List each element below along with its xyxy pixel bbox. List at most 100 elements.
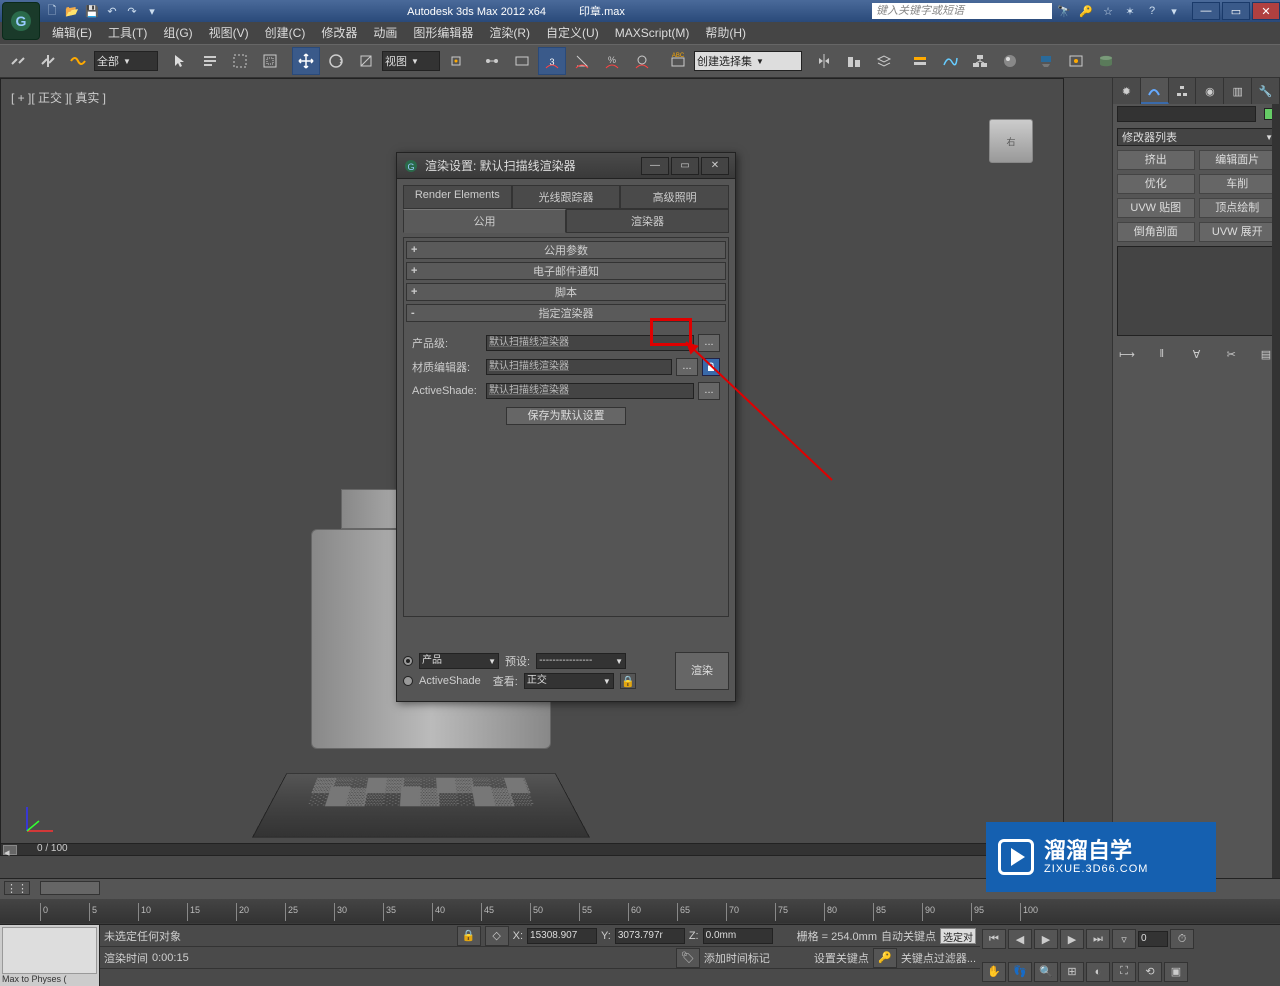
minimize-button[interactable]: —	[1192, 2, 1220, 20]
coord-z-field[interactable]: 0.0mm	[703, 928, 773, 944]
play-icon[interactable]: ▶	[1034, 929, 1058, 949]
exchange-icon[interactable]: ✶	[1122, 3, 1138, 19]
menu-create[interactable]: 创建(C)	[257, 22, 314, 44]
walk-icon[interactable]: 👣	[1008, 962, 1032, 982]
maximize-button[interactable]: ▭	[1222, 2, 1250, 20]
manipulate-icon[interactable]	[478, 47, 506, 75]
redo-icon[interactable]: ↷	[124, 3, 140, 19]
modifier-vertexpaint-button[interactable]: 顶点绘制	[1199, 198, 1277, 218]
modifier-uvwunwrap-button[interactable]: UVW 展开	[1199, 222, 1277, 242]
link-icon[interactable]	[4, 47, 32, 75]
modifier-extrude-button[interactable]: 挤出	[1117, 150, 1195, 170]
menu-animation[interactable]: 动画	[365, 22, 405, 44]
key-icon[interactable]: 🔑	[1078, 3, 1094, 19]
tab-raytracer[interactable]: 光线跟踪器	[512, 185, 621, 209]
show-end-result-icon[interactable]: ‖	[1152, 344, 1172, 364]
keyboard-shortcut-icon[interactable]	[508, 47, 536, 75]
zoom-all-icon[interactable]: ⊞	[1060, 962, 1084, 982]
rollout-email[interactable]: +电子邮件通知	[406, 262, 726, 280]
modifier-optimize-button[interactable]: 优化	[1117, 174, 1195, 194]
time-slider-handle[interactable]	[40, 881, 100, 895]
lock-view-icon[interactable]: 🔒	[620, 673, 636, 689]
modifier-stack[interactable]	[1117, 246, 1276, 336]
menu-edit[interactable]: 编辑(E)	[44, 22, 100, 44]
lock-material-renderer-icon[interactable]	[702, 358, 720, 376]
set-key-label[interactable]: 设置关键点	[814, 950, 869, 966]
dropdown-icon[interactable]: ▾	[1166, 3, 1182, 19]
save-icon[interactable]: 💾	[84, 3, 100, 19]
product-combo[interactable]: 产品▼	[419, 653, 499, 669]
prev-frame-icon[interactable]: ◀	[1008, 929, 1032, 949]
ref-coord-combo[interactable]: 视图▼	[382, 51, 440, 71]
help-icon[interactable]: ?	[1144, 3, 1160, 19]
key-mode-icon[interactable]: ▿	[1112, 929, 1136, 949]
rollout-script[interactable]: +脚本	[406, 283, 726, 301]
curve-editor-icon[interactable]	[936, 47, 964, 75]
goto-start-icon[interactable]: ⏮	[982, 929, 1006, 949]
select-by-name-icon[interactable]	[196, 47, 224, 75]
script-listener[interactable]: Max to Physes (	[0, 925, 100, 986]
choose-production-renderer-button[interactable]: ...	[698, 334, 720, 352]
render-frame-icon[interactable]	[1062, 47, 1090, 75]
choose-activeshade-renderer-button[interactable]: ...	[698, 382, 720, 400]
make-unique-icon[interactable]: ∀	[1187, 344, 1207, 364]
snap-3d-icon[interactable]: 3	[538, 47, 566, 75]
product-radio[interactable]	[403, 656, 413, 666]
zoom-extents-icon[interactable]: ⛶	[1112, 962, 1136, 982]
tab-renderer[interactable]: 渲染器	[566, 209, 729, 233]
bind-spacewarp-icon[interactable]	[64, 47, 92, 75]
dialog-minimize-button[interactable]: —	[641, 157, 669, 175]
object-name-input[interactable]	[1117, 106, 1256, 122]
pan-icon[interactable]: ✋	[982, 962, 1006, 982]
unlink-icon[interactable]	[34, 47, 62, 75]
remove-modifier-icon[interactable]: ✂	[1221, 344, 1241, 364]
edit-named-sel-icon[interactable]: ABC	[664, 47, 692, 75]
menu-modifiers[interactable]: 修改器	[313, 22, 365, 44]
schematic-view-icon[interactable]	[966, 47, 994, 75]
key-filters-button[interactable]: 关键点过滤器...	[901, 950, 976, 966]
menu-tools[interactable]: 工具(T)	[100, 22, 155, 44]
align-icon[interactable]	[840, 47, 868, 75]
qat-dropdown-icon[interactable]: ▾	[144, 3, 160, 19]
tab-common[interactable]: 公用	[403, 209, 566, 233]
pivot-center-icon[interactable]	[442, 47, 470, 75]
current-frame-field[interactable]: 0	[1138, 931, 1168, 947]
modifier-list-combo[interactable]: 修改器列表▼	[1117, 128, 1276, 146]
pin-stack-icon[interactable]: ⟼	[1117, 344, 1137, 364]
angle-snap-icon[interactable]	[568, 47, 596, 75]
mirror-icon[interactable]	[810, 47, 838, 75]
move-icon[interactable]	[292, 47, 320, 75]
tab-render-elements[interactable]: Render Elements	[403, 185, 512, 209]
undo-icon[interactable]: ↶	[104, 3, 120, 19]
scroll-left-button[interactable]: ◂	[3, 845, 17, 855]
new-icon[interactable]: 🗋	[44, 3, 60, 19]
hierarchy-tab-icon[interactable]	[1169, 78, 1197, 104]
create-tab-icon[interactable]: ✹	[1113, 78, 1141, 104]
dialog-close-button[interactable]: ✕	[701, 157, 729, 175]
coord-y-field[interactable]: 3073.797r	[615, 928, 685, 944]
select-region-icon[interactable]	[226, 47, 254, 75]
choose-material-renderer-button[interactable]: ...	[676, 358, 698, 376]
time-config-button[interactable]: ⏱	[1170, 929, 1194, 949]
display-tab-icon[interactable]: ▥	[1224, 78, 1252, 104]
autokey-button[interactable]: 选定对	[940, 928, 976, 944]
coord-x-field[interactable]: 15308.907	[527, 928, 597, 944]
viewcube[interactable]: 右	[989, 119, 1033, 163]
select-object-icon[interactable]	[166, 47, 194, 75]
layers-icon[interactable]	[870, 47, 898, 75]
scale-icon[interactable]	[352, 47, 380, 75]
time-tag-icon[interactable]: 🏷	[676, 948, 700, 968]
graphite-ribbon-icon[interactable]	[906, 47, 934, 75]
named-selection-combo[interactable]: 创建选择集▼	[694, 51, 802, 71]
menu-maxscript[interactable]: MAXScript(M)	[607, 22, 698, 44]
app-menu-icon[interactable]: G	[2, 2, 40, 40]
time-config-icon[interactable]: ⋮⋮	[4, 881, 30, 895]
viewport-label[interactable]: [ + ][ 正交 ][ 真实 ]	[11, 89, 106, 106]
modifier-uvwmap-button[interactable]: UVW 贴图	[1117, 198, 1195, 218]
menu-customize[interactable]: 自定义(U)	[538, 22, 607, 44]
next-frame-icon[interactable]: ▶	[1060, 929, 1084, 949]
render-icon[interactable]	[1092, 47, 1120, 75]
menu-views[interactable]: 视图(V)	[201, 22, 257, 44]
view-combo[interactable]: 正交▼	[524, 673, 614, 689]
modifier-editpatch-button[interactable]: 编辑面片	[1199, 150, 1277, 170]
